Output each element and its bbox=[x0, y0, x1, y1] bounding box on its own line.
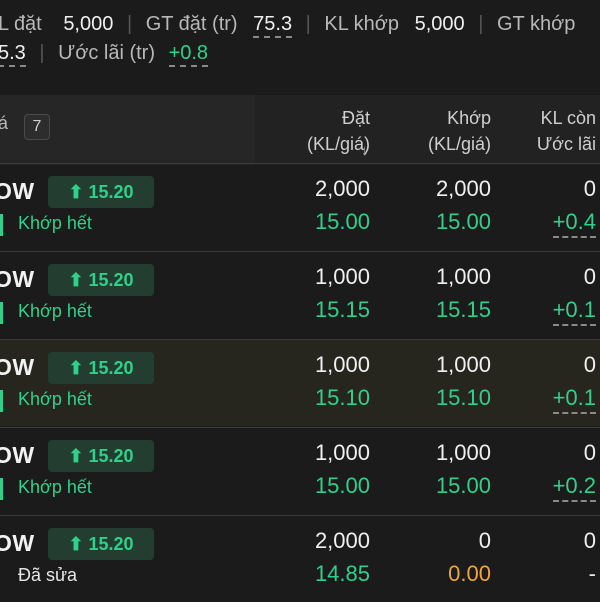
est-profit: - bbox=[588, 561, 596, 586]
ordered-value: 75.3 bbox=[253, 13, 293, 38]
ordered-qty-label: L đặt bbox=[0, 13, 42, 35]
ordered-value-label: GT đặt (tr) bbox=[145, 13, 238, 35]
remain-qty: 0 bbox=[583, 176, 596, 201]
match-price: 15.00 bbox=[435, 473, 491, 498]
order-status: Khớp hết bbox=[18, 389, 92, 409]
match-qty: 2,000 bbox=[435, 176, 491, 201]
order-price: 14.85 bbox=[314, 561, 370, 586]
matched-value-label: GT khớp bbox=[497, 13, 576, 35]
market-price-badge: ⬆ 15.20 bbox=[48, 176, 154, 208]
order-qty: 1,000 bbox=[314, 264, 370, 289]
est-profit-value: +0.8 bbox=[168, 42, 209, 67]
divider: | bbox=[39, 42, 45, 64]
order-status: Khớp hết bbox=[18, 477, 92, 497]
status-indicator bbox=[0, 478, 3, 500]
status-indicator bbox=[0, 302, 3, 324]
order-price: 15.00 bbox=[314, 473, 370, 498]
ordered-qty-value: 5,000 bbox=[63, 13, 114, 35]
match-qty: 0 bbox=[478, 528, 491, 553]
market-price-badge: ⬆ 15.20 bbox=[48, 352, 154, 384]
remain-qty: 0 bbox=[583, 440, 596, 465]
order-row[interactable]: OW ⬆ 15.20 Khớp hết 1,000 15.10 1,000 15… bbox=[0, 339, 600, 426]
est-profit-label: Ước lãi (tr) bbox=[58, 42, 155, 64]
matched-value: 5.3 bbox=[0, 42, 26, 67]
matched-qty-label: KL khớp bbox=[324, 13, 400, 35]
order-status: Khớp hết bbox=[18, 301, 92, 321]
est-profit: +0.1 bbox=[552, 297, 596, 326]
summary-line-1: L đặt 5,000 | GT đặt (tr) 75.3 | KL khớp… bbox=[0, 13, 576, 38]
match-price: 15.10 bbox=[435, 385, 491, 410]
order-price: 15.15 bbox=[314, 297, 370, 322]
symbol: OW bbox=[0, 530, 35, 556]
match-price: 15.15 bbox=[435, 297, 491, 322]
remain-qty: 0 bbox=[583, 528, 596, 553]
match-qty: 1,000 bbox=[435, 352, 491, 377]
est-profit: +0.4 bbox=[552, 209, 596, 238]
divider: | bbox=[126, 13, 133, 35]
order-price: 15.10 bbox=[314, 385, 370, 410]
status-indicator bbox=[0, 390, 3, 412]
table-header: á 7 Đặt (KL/giá) Khớp (KL/giá) KL còn Ướ… bbox=[0, 95, 600, 165]
symbol: OW bbox=[0, 354, 35, 380]
header-remain-label: KL còn bbox=[540, 108, 596, 128]
order-qty: 2,000 bbox=[314, 528, 370, 553]
header-remain-column[interactable]: KL còn Ước lãi bbox=[537, 105, 596, 157]
remain-qty: 0 bbox=[583, 352, 596, 377]
header-remain-sub: Ước lãi bbox=[536, 134, 596, 154]
summary-line-2: 5.3 | Ước lãi (tr) +0.8 bbox=[0, 42, 209, 67]
market-price-badge: ⬆ 15.20 bbox=[48, 528, 154, 560]
market-price-badge: ⬆ 15.20 bbox=[48, 264, 154, 296]
match-qty: 1,000 bbox=[435, 440, 491, 465]
est-profit: +0.2 bbox=[552, 473, 596, 502]
order-summary: L đặt 5,000 | GT đặt (tr) 75.3 | KL khớp… bbox=[0, 0, 600, 80]
match-price: 15.00 bbox=[435, 209, 491, 234]
matched-qty-value: 5,000 bbox=[414, 13, 465, 35]
est-profit: +0.1 bbox=[552, 385, 596, 414]
order-qty: 1,000 bbox=[314, 440, 370, 465]
match-price: 0.00 bbox=[448, 561, 491, 586]
remain-qty: 0 bbox=[583, 264, 596, 289]
order-qty: 2,000 bbox=[314, 176, 370, 201]
sort-desc-icon[interactable]: ↓ bbox=[361, 142, 369, 159]
order-qty: 1,000 bbox=[314, 352, 370, 377]
order-row[interactable]: OW ⬆ 15.20 Khớp hết 1,000 15.00 1,000 15… bbox=[0, 427, 600, 514]
symbol: OW bbox=[0, 178, 35, 204]
header-match-sub: (KL/giá) bbox=[427, 134, 491, 154]
header-match-column[interactable]: Khớp (KL/giá) bbox=[428, 105, 491, 157]
symbol: OW bbox=[0, 266, 35, 292]
header-match-label: Khớp bbox=[447, 108, 491, 128]
status-indicator bbox=[0, 214, 3, 236]
order-row[interactable]: OW ⬆ 15.20 Đã sửa 2,000 14.85 0 0.00 0 - bbox=[0, 515, 600, 602]
order-status: Khớp hết bbox=[18, 213, 92, 233]
header-order-label: Đặt bbox=[341, 108, 370, 128]
order-price: 15.00 bbox=[314, 209, 370, 234]
market-price-badge: ⬆ 15.20 bbox=[48, 440, 154, 472]
order-row[interactable]: OW ⬆ 15.20 Khớp hết 1,000 15.15 1,000 15… bbox=[0, 251, 600, 338]
symbol: OW bbox=[0, 442, 35, 468]
order-status: Đã sửa bbox=[18, 565, 78, 585]
match-qty: 1,000 bbox=[435, 264, 491, 289]
order-row[interactable]: OW ⬆ 15.20 Khớp hết 2,000 15.00 2,000 15… bbox=[0, 163, 600, 250]
divider: | bbox=[478, 13, 484, 35]
order-count-badge: 7 bbox=[24, 114, 50, 140]
header-symbol-cell: á 7 bbox=[0, 95, 255, 165]
divider: | bbox=[305, 13, 311, 35]
header-symbol-label: á bbox=[0, 113, 9, 133]
